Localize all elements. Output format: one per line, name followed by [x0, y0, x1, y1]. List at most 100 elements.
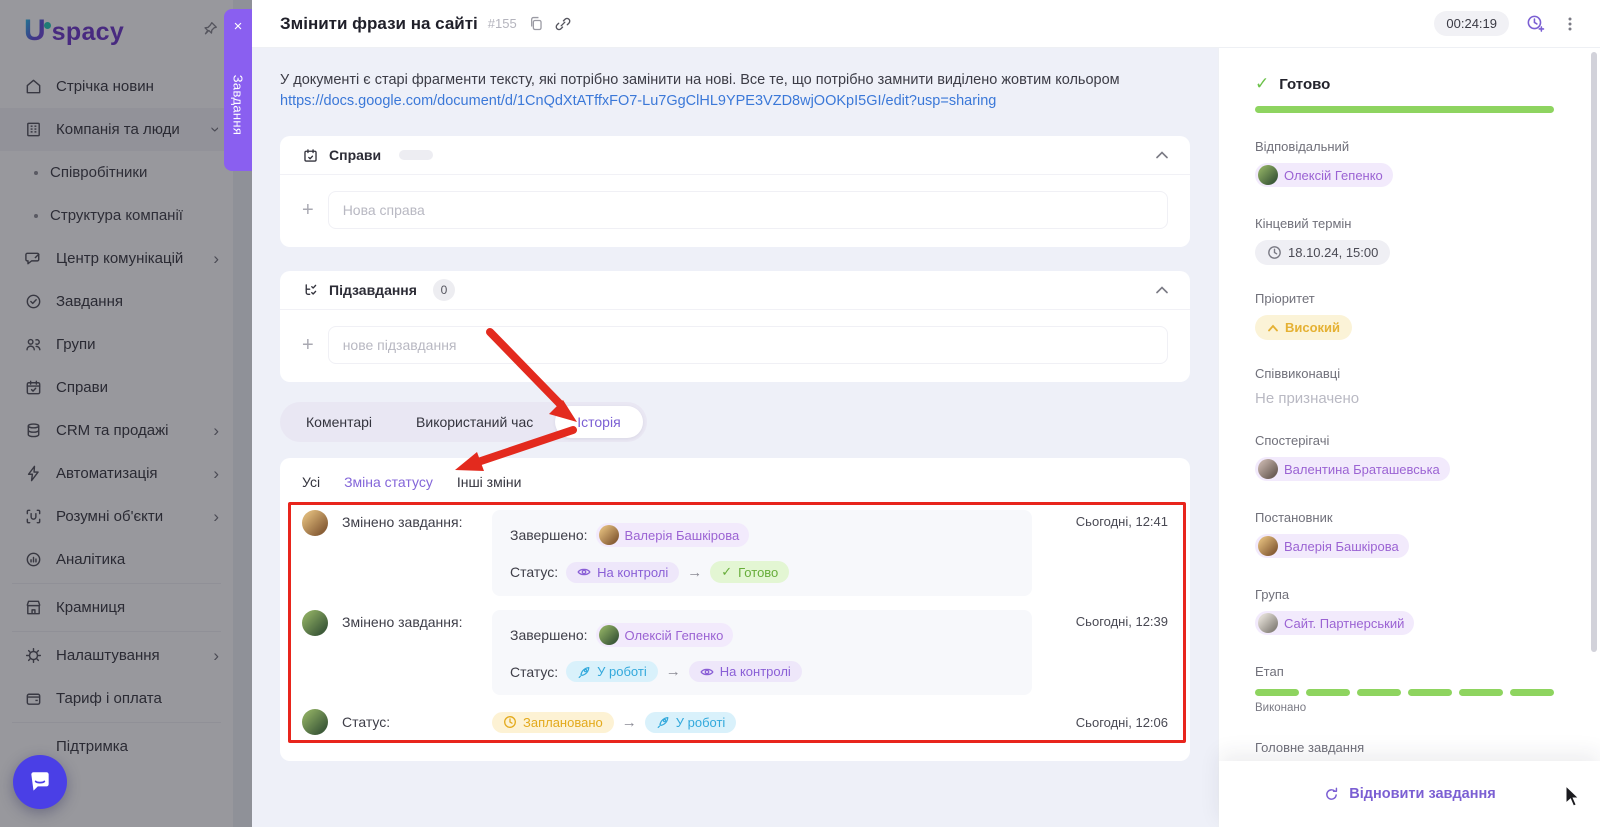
tab-comments[interactable]: Коментарі	[284, 406, 394, 438]
stage-progress-bar[interactable]	[1255, 689, 1554, 696]
priority-pill[interactable]: Високий	[1255, 315, 1353, 340]
task-status-selector[interactable]: ✓ Готово	[1255, 74, 1554, 94]
new-activity-input[interactable]	[327, 191, 1168, 229]
status-progress-bar	[1255, 106, 1554, 113]
history-item: Змінено завдання: Завершено: Валерія Баш…	[302, 510, 1168, 596]
task-description: У документі є старі фрагменти тексту, як…	[280, 70, 1190, 112]
group-pill[interactable]: Сайт. Партнерський	[1255, 611, 1415, 635]
scrollbar-thumb[interactable]	[1591, 52, 1597, 652]
history-timestamp: Сьогодні, 12:06	[1075, 714, 1168, 730]
eye-icon	[700, 668, 714, 675]
filter-all[interactable]: Усі	[302, 474, 320, 490]
restore-task-button[interactable]: Відновити завдання	[1323, 786, 1496, 803]
responsible-person-pill[interactable]: Олексій Гепенко	[1255, 163, 1393, 187]
avatar	[302, 510, 328, 536]
collapse-chevron-icon[interactable]	[1156, 286, 1168, 294]
chat-bubble-icon	[31, 772, 49, 791]
history-detail-box: Завершено: Валерія Башкірова Статус: На …	[492, 510, 1032, 596]
task-panel: Змінити фрази на сайті #155 00:24:19 У д…	[252, 0, 1600, 827]
check-icon: ✓	[1255, 74, 1270, 93]
task-details-sidebar: ✓ Готово Відповідальний Олексій Гепенко …	[1218, 48, 1600, 827]
completed-label: Завершено:	[510, 527, 588, 543]
description-link[interactable]: https://docs.google.com/document/d/1CnQd…	[280, 93, 996, 109]
field-label: Етап	[1255, 664, 1284, 679]
field-label: Відповідальний	[1255, 139, 1350, 154]
timer-value[interactable]: 00:24:19	[1434, 11, 1509, 36]
clock-icon	[1268, 246, 1281, 259]
status-value: Готово	[1279, 75, 1331, 93]
filter-status-change[interactable]: Зміна статусу	[344, 474, 433, 490]
rocket-icon	[657, 717, 669, 728]
add-time-clock-icon[interactable]	[1525, 13, 1546, 34]
avatar	[598, 625, 619, 645]
status-from: На контролі	[597, 564, 669, 580]
status-change-row: Заплановано → У роботі	[492, 711, 737, 733]
eye-icon	[577, 568, 591, 576]
history-timestamp: Сьогодні, 12:39	[1075, 614, 1168, 629]
subtasks-title: Підзавдання	[329, 282, 417, 298]
plus-icon[interactable]: +	[302, 335, 314, 355]
side-tab-label: Завдання	[230, 74, 246, 136]
task-panel-side-tab[interactable]: × Завдання	[224, 9, 252, 171]
history-card: Усі Зміна статусу Інші зміни Змінено зав…	[280, 458, 1190, 761]
avatar	[1258, 536, 1278, 556]
field-label: Група	[1255, 587, 1290, 602]
plus-icon[interactable]: +	[302, 200, 314, 220]
copy-icon[interactable]	[527, 15, 544, 32]
person-name: Валентина Браташевська	[1284, 461, 1440, 477]
tab-time-spent[interactable]: Використаний час	[394, 406, 555, 438]
rocket-icon	[578, 666, 590, 678]
status-to: У роботі	[675, 714, 726, 730]
deadline-pill[interactable]: 18.10.24, 15:00	[1255, 240, 1391, 265]
tab-history[interactable]: Історія	[555, 406, 643, 438]
avatar	[302, 709, 328, 735]
coexecutors-empty-value[interactable]: Не призначено	[1255, 390, 1554, 407]
completed-label: Завершено:	[510, 627, 588, 643]
history-item: Статус: Заплановано → У роботі Сьогодні,…	[302, 709, 1168, 735]
avatar	[302, 610, 328, 636]
person-pill[interactable]: Валерія Башкірова	[595, 523, 750, 547]
author-person-pill[interactable]: Валерія Башкірова	[1255, 534, 1409, 558]
history-detail-box: Завершено: Олексій Гепенко Статус: У роб…	[492, 610, 1032, 695]
page-title: Змінити фрази на сайті	[280, 13, 478, 33]
status-pill-review: На контролі	[566, 561, 680, 583]
status-pill-review: На контролі	[688, 661, 802, 682]
activities-card: Справи +	[280, 136, 1190, 247]
loading-skeleton	[399, 150, 434, 160]
person-name: Валерія Башкірова	[1284, 538, 1399, 554]
status-label: Статус:	[510, 564, 559, 580]
status-label: Статус:	[510, 663, 559, 680]
close-icon[interactable]: ×	[234, 19, 243, 34]
task-number: #155	[487, 16, 517, 31]
collapse-chevron-icon[interactable]	[1156, 151, 1168, 159]
status-pill-progress: У роботі	[566, 661, 658, 682]
field-label: Постановник	[1255, 510, 1333, 525]
status-pill-progress: У роботі	[644, 711, 737, 733]
status-pill-done: ✓ Готово	[710, 561, 790, 583]
person-pill[interactable]: Олексій Гепенко	[595, 623, 734, 647]
field-label: Пріоритет	[1255, 291, 1315, 306]
field-label: Спостерігачі	[1255, 433, 1330, 448]
status-to: Готово	[738, 564, 779, 580]
person-name: Валерія Башкірова	[624, 527, 740, 543]
filter-other-changes[interactable]: Інші зміни	[457, 474, 522, 490]
avatar	[598, 525, 619, 545]
arrow-separator: →	[687, 563, 703, 581]
task-header: Змінити фрази на сайті #155 00:24:19	[252, 0, 1600, 48]
field-label: Головне завдання	[1255, 740, 1365, 755]
clock-icon	[504, 716, 516, 728]
support-chat-button[interactable]	[13, 755, 67, 809]
activities-title: Справи	[329, 147, 382, 163]
chevron-up-icon	[1268, 324, 1278, 331]
history-item: Змінено завдання: Завершено: Олексій Геп…	[302, 610, 1168, 695]
subtasks-icon	[305, 283, 317, 295]
link-icon[interactable]	[554, 15, 572, 33]
history-filters: Усі Зміна статусу Інші зміни	[302, 474, 1168, 490]
detail-tabs: Коментарі Використаний час Історія	[280, 402, 647, 442]
arrow-separator: →	[621, 713, 637, 731]
watcher-person-pill[interactable]: Валентина Браташевська	[1255, 457, 1450, 481]
priority-value: Високий	[1285, 320, 1341, 335]
subtasks-count-badge: 0	[432, 279, 455, 301]
kebab-menu-icon[interactable]	[1562, 16, 1578, 32]
new-subtask-input[interactable]	[327, 326, 1168, 364]
